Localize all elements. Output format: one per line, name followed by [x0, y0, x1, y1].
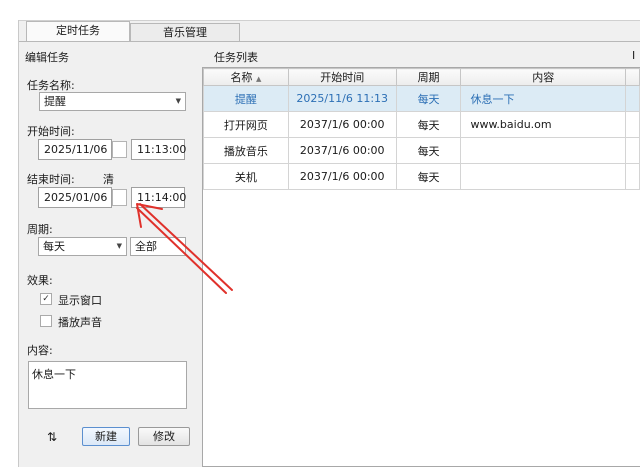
arrow-head — [136, 203, 163, 228]
arrow-shaft-outer — [139, 203, 233, 291]
arrow-shaft-inner — [136, 207, 227, 294]
annotation-arrow — [136, 203, 233, 294]
